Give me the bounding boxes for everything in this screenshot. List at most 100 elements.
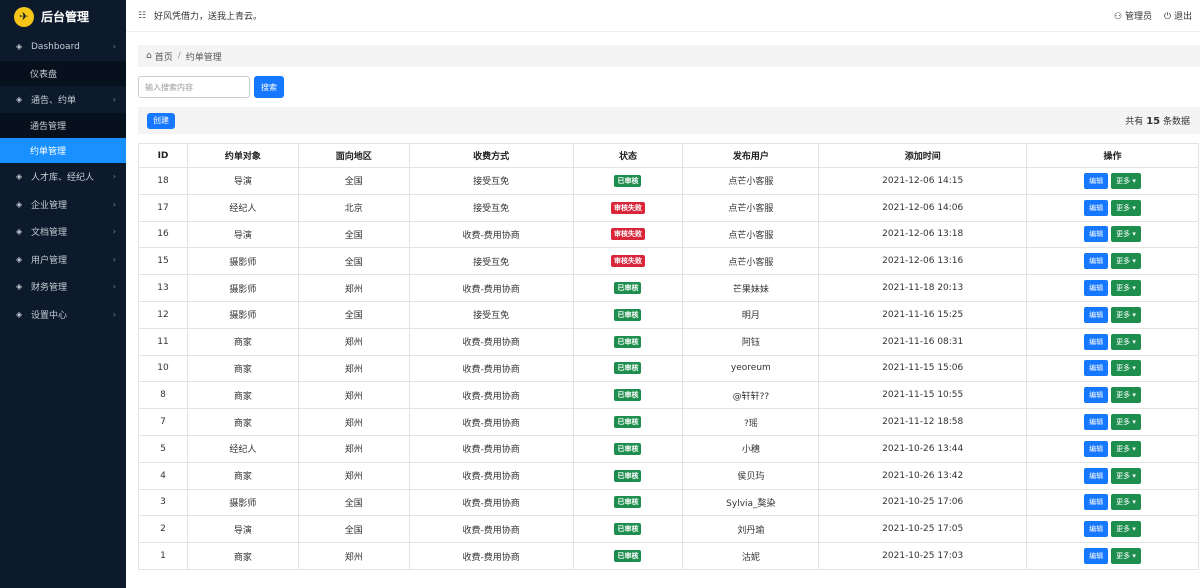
cell-id: 4 (138, 461, 188, 490)
sidebar-item-label: 约单管理 (30, 147, 67, 157)
sidebar-group[interactable]: ◈ Dashboard › (0, 33, 126, 61)
cell-time: 2021-11-16 15:25 (818, 300, 1028, 329)
edit-button[interactable]: 编辑 (1084, 172, 1109, 189)
edit-button[interactable]: 编辑 (1084, 387, 1109, 404)
more-dropdown-button[interactable]: 更多 ▾ (1111, 360, 1141, 377)
sidebar-group[interactable]: ◈ 企业管理 › (0, 191, 126, 219)
edit-button[interactable]: 编辑 (1084, 199, 1109, 216)
table-body: 18 导演 全国 接受互免 已审核 点芒小客服 2021-12-06 14:15 编辑 更多 ▾… (138, 167, 1199, 570)
more-label: 更多 (1116, 444, 1131, 453)
cell-fee: 收费-费用协商 (408, 381, 574, 410)
more-dropdown-button[interactable]: 更多 ▾ (1111, 333, 1141, 350)
more-dropdown-button[interactable]: 更多 ▾ (1111, 226, 1141, 243)
layers-icon: ◈ (16, 199, 23, 209)
cell-region: 郑州 (297, 354, 410, 383)
breadcrumb-home[interactable]: 首页 (155, 50, 173, 63)
more-dropdown-button[interactable]: 更多 ▾ (1111, 494, 1141, 511)
more-dropdown-button[interactable]: 更多 ▾ (1111, 172, 1141, 189)
edit-button[interactable]: 编辑 (1084, 360, 1109, 377)
search-input[interactable] (138, 76, 250, 98)
edit-button[interactable]: 编辑 (1084, 414, 1109, 431)
more-dropdown-button[interactable]: 更多 ▾ (1111, 253, 1141, 270)
logout-button[interactable]: ⏻ 退出 (1164, 9, 1192, 22)
cell-fee: 接受互免 (408, 247, 574, 276)
layers-icon: ◈ (16, 42, 23, 52)
cell-time: 2021-12-06 13:18 (818, 220, 1028, 249)
cell-target: 商家 (186, 408, 299, 436)
more-label: 更多 (1116, 391, 1131, 400)
edit-button[interactable]: 编辑 (1084, 521, 1109, 538)
caret-down-icon: ▾ (1132, 257, 1136, 266)
admin-label: 管理员 (1124, 12, 1152, 22)
admin-menu[interactable]: ⚇ 管理员 (1114, 9, 1152, 22)
power-icon: ⏻ (1163, 12, 1172, 22)
cell-fee: 收费-费用协商 (408, 542, 574, 570)
layers-icon: ◈ (16, 282, 23, 292)
more-dropdown-button[interactable]: 更多 ▾ (1111, 548, 1141, 565)
more-dropdown-button[interactable]: 更多 ▾ (1111, 414, 1141, 431)
edit-button[interactable]: 编辑 (1084, 280, 1109, 297)
more-label: 更多 (1116, 284, 1131, 293)
cell-fee: 收费-费用协商 (408, 434, 574, 463)
breadcrumb-current: 约单管理 (185, 52, 222, 63)
cell-status: 已审核 (572, 488, 684, 517)
status-badge: 已审核 (614, 389, 642, 402)
cell-region: 全国 (297, 515, 410, 544)
sidebar-item-label: 通告、约单 (31, 95, 77, 106)
sidebar-subitem[interactable]: 通告管理 (0, 113, 126, 138)
cell-region: 全国 (297, 167, 410, 195)
search-button[interactable]: 搜索 (254, 76, 284, 98)
chevron-right-icon: › (112, 199, 116, 209)
rocket-icon: ✈ (14, 6, 34, 27)
cell-user: 芒果妹妹 (682, 274, 820, 302)
table-header-row: ID 约单对象 面向地区 收费方式 状态 发布用户 添加时间 操作 (138, 143, 1199, 168)
more-dropdown-button[interactable]: 更多 ▾ (1111, 467, 1141, 484)
caret-down-icon: ▾ (1132, 471, 1136, 480)
edit-button[interactable]: 编辑 (1084, 467, 1109, 484)
edit-button[interactable]: 编辑 (1084, 494, 1109, 511)
sidebar-group[interactable]: ◈ 财务管理 › (0, 273, 126, 301)
sidebar-group[interactable]: ◈ 设置中心 › (0, 301, 126, 329)
cell-time: 2021-10-26 13:44 (818, 434, 1028, 463)
cell-user: yeoreum (682, 354, 820, 383)
table-row: 12 摄影师 全国 接受互免 已审核 明月 2021-11-16 15:25 编辑 更多 ▾ (138, 300, 1199, 329)
cell-time: 2021-11-18 20:13 (818, 274, 1028, 302)
cell-time: 2021-11-16 08:31 (818, 327, 1028, 356)
more-dropdown-button[interactable]: 更多 ▾ (1111, 387, 1141, 404)
cell-user: ?瑶 (682, 408, 820, 436)
menu-toggle-icon[interactable]: ☷ (138, 11, 148, 21)
status-badge: 已审核 (614, 550, 642, 563)
app-logo[interactable]: ✈ 后台管理 (0, 0, 126, 33)
edit-button[interactable]: 编辑 (1084, 548, 1109, 565)
orders-table: ID 约单对象 面向地区 收费方式 状态 发布用户 添加时间 操作 18 导演 全国 接受互免 已审核… (138, 143, 1199, 570)
edit-button[interactable]: 编辑 (1084, 226, 1109, 243)
edit-button[interactable]: 编辑 (1084, 333, 1109, 350)
more-dropdown-button[interactable]: 更多 ▾ (1111, 199, 1141, 216)
cell-fee: 接受互免 (408, 193, 574, 222)
edit-button[interactable]: 编辑 (1084, 306, 1109, 323)
edit-button[interactable]: 编辑 (1084, 440, 1109, 457)
app-title: 后台管理 (41, 10, 90, 24)
more-dropdown-button[interactable]: 更多 ▾ (1111, 521, 1141, 538)
create-button[interactable]: 创建 (147, 112, 175, 129)
cell-status: 审核失败 (572, 247, 684, 276)
sidebar-group[interactable]: ◈ 通告、约单 › (0, 86, 126, 114)
more-dropdown-button[interactable]: 更多 ▾ (1111, 280, 1141, 297)
sidebar-subitem[interactable]: 仪表盘 (0, 60, 126, 86)
cell-region: 郑州 (297, 542, 410, 570)
more-dropdown-button[interactable]: 更多 ▾ (1111, 440, 1141, 457)
cell-status: 已审核 (572, 381, 684, 410)
edit-button[interactable]: 编辑 (1084, 253, 1109, 270)
cell-fee: 收费-费用协商 (408, 408, 574, 436)
sidebar-group[interactable]: ◈ 人才库、经纪人 › (0, 163, 126, 191)
sidebar-group[interactable]: ◈ 文档管理 › (0, 218, 126, 246)
cell-fee: 收费-费用协商 (408, 354, 574, 383)
sidebar-subitem[interactable]: 约单管理 (0, 138, 126, 163)
chevron-right-icon: › (112, 309, 116, 319)
breadcrumb-separator: / (177, 51, 181, 61)
chevron-right-icon: › (112, 227, 116, 237)
more-dropdown-button[interactable]: 更多 ▾ (1111, 306, 1141, 323)
sidebar-group[interactable]: ◈ 用户管理 › (0, 246, 126, 274)
cell-id: 12 (138, 300, 188, 329)
caret-down-icon: ▾ (1132, 525, 1136, 534)
